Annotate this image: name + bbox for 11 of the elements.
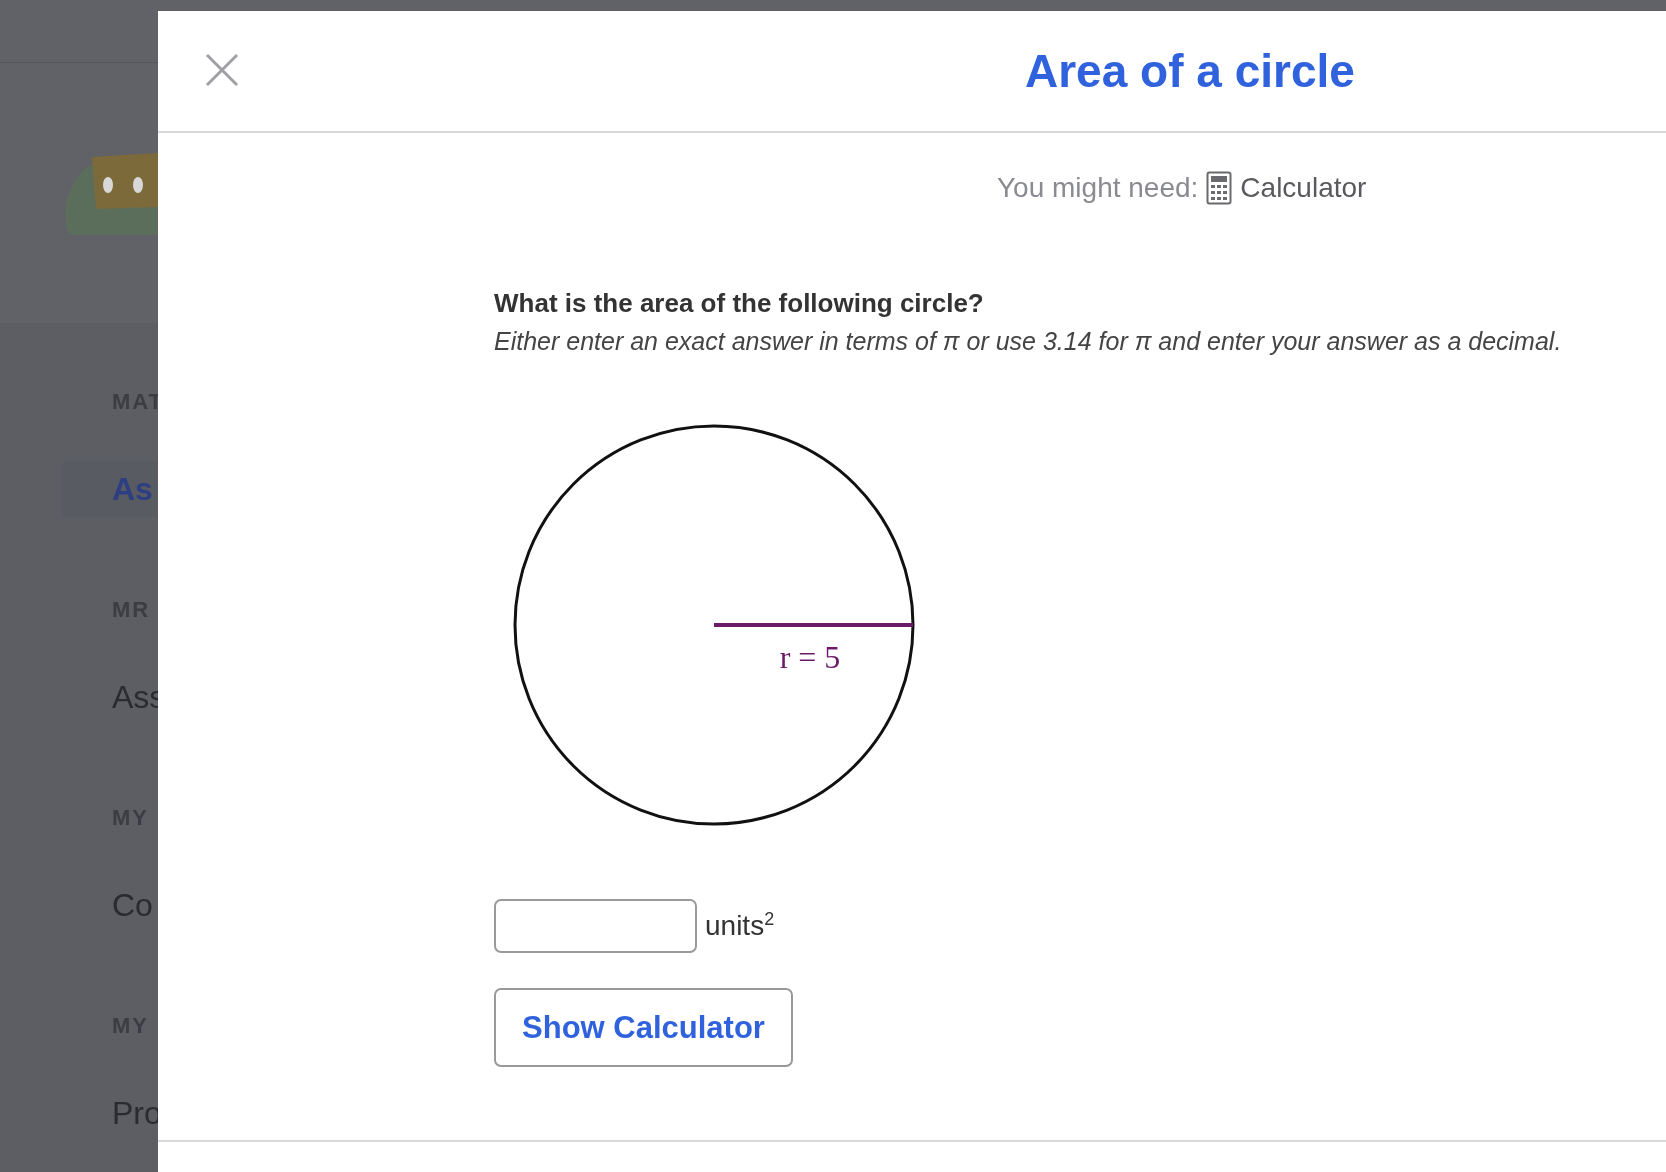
tools-label: You might need: <box>997 172 1199 204</box>
unit-label: units$^{2}$ <box>705 909 775 943</box>
close-icon[interactable] <box>205 53 239 87</box>
instruction-text: Either enter an exact answer in terms of π or use 3.14 for π and enter your answer as a decimal. <box>494 326 1563 357</box>
calculator-icon[interactable] <box>1206 171 1233 205</box>
radius-label: r = 5 <box>779 639 841 675</box>
show-calculator-button[interactable]: Show Calculator <box>494 988 793 1067</box>
question-text: What is the area of the following circle? <box>494 287 985 320</box>
calculator-link[interactable]: Calculator <box>1240 172 1367 204</box>
answer-field[interactable] <box>494 899 697 953</box>
modal-title: Area of a circle <box>1025 44 1355 98</box>
